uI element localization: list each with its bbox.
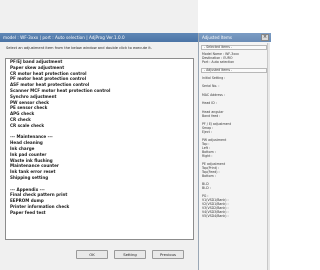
setting-button[interactable]: Setting [114,250,146,259]
close-icon[interactable]: × [261,34,269,41]
port: Port : Auto selection [202,60,235,64]
pw-right: Right : [202,154,213,158]
selected-items-header: - Selected items - [201,45,267,50]
serial-no: Serial No. : [202,84,220,88]
bidir-value: Bi-D : [202,186,211,190]
ok-button[interactable]: OK [76,250,108,259]
adjustment-item-list[interactable]: PF/EJ band adjustment Paper skew adjustm… [5,58,194,240]
vsd-v5: V5(VSD4/Bank) : [202,214,229,218]
panel-titlebar[interactable]: Adjusted Items × [199,33,271,42]
initial-setting: Initial Setting : [202,76,226,80]
eject: Eject : [202,130,212,134]
adjusted-items-header: - Adjusted items - [201,68,267,73]
head-id: Head ID : [202,101,217,105]
instruction-text: Select an adjustment item from the below… [6,46,152,50]
panel-scrollbar[interactable] [267,43,270,270]
window-titlebar[interactable]: model : WF-3xxx | port : Auto selection … [0,33,198,42]
previous-button[interactable]: Previous [152,250,184,259]
pe-bottom: Bottom : [202,174,216,178]
window-title: model : WF-3xxx | port : Auto selection … [3,35,125,40]
panel-title: Adjusted Items [202,35,232,40]
list-item[interactable]: Paper feed test [6,210,193,216]
adjusted-items-panel: Adjusted Items × - Selected items - Mode… [198,33,271,270]
mac-address: MAC Address : [202,93,225,97]
adjustment-program-window: model : WF-3xxx | port : Auto selection … [0,0,198,270]
band-feed: Band feed : [202,114,221,118]
